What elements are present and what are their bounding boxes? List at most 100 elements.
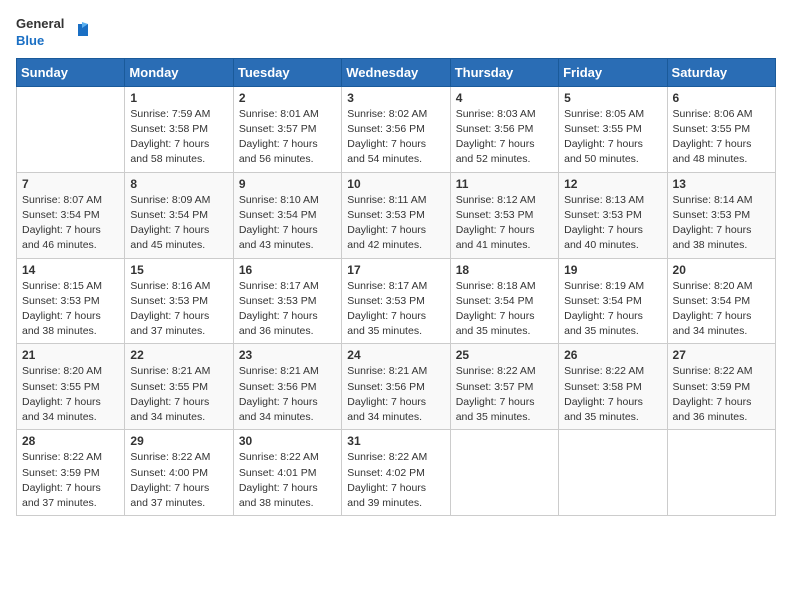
- calendar-cell: 10Sunrise: 8:11 AM Sunset: 3:53 PM Dayli…: [342, 172, 450, 258]
- day-number: 4: [456, 91, 553, 105]
- calendar-cell: 25 Sunrise: 8:22 AM Sunset: 3:57 PM Dayli…: [450, 344, 558, 430]
- day-info: Sunrise: 8:14 AM Sunset: 3:53 PM Dayligh…: [673, 193, 770, 254]
- day-number: 31: [347, 434, 444, 448]
- day-info: Sunrise: 8:20 AM Sunset: 3:55 PM Dayligh…: [22, 364, 119, 425]
- day-info: Sunrise: 8:03 AM Sunset: 3:56 PM Dayligh…: [456, 107, 553, 168]
- calendar-cell: 13 Sunrise: 8:14 AM Sunset: 3:53 PM Dayli…: [667, 172, 775, 258]
- day-number: 27: [673, 348, 770, 362]
- calendar-cell: 19 Sunrise: 8:19 AM Sunset: 3:54 PM Dayli…: [559, 258, 667, 344]
- calendar-cell: 12Sunrise: 8:13 AM Sunset: 3:53 PM Dayli…: [559, 172, 667, 258]
- page-header: General Blue: [16, 16, 776, 50]
- calendar-col-header: Tuesday: [233, 58, 341, 86]
- day-info: Sunrise: 8:17 AM Sunset: 3:53 PM Dayligh…: [347, 279, 444, 340]
- logo-flag-icon: [68, 22, 90, 44]
- logo-general: General: [16, 16, 64, 33]
- day-number: 24: [347, 348, 444, 362]
- day-info: Sunrise: 8:02 AM Sunset: 3:56 PM Dayligh…: [347, 107, 444, 168]
- day-number: 25: [456, 348, 553, 362]
- day-number: 15: [130, 263, 227, 277]
- calendar-cell: [17, 86, 125, 172]
- day-number: 23: [239, 348, 336, 362]
- day-number: 9: [239, 177, 336, 191]
- day-info: Sunrise: 8:17 AM Sunset: 3:53 PM Dayligh…: [239, 279, 336, 340]
- day-number: 17: [347, 263, 444, 277]
- day-info: Sunrise: 8:05 AM Sunset: 3:55 PM Dayligh…: [564, 107, 661, 168]
- day-number: 10: [347, 177, 444, 191]
- day-info: Sunrise: 8:21 AM Sunset: 3:55 PM Dayligh…: [130, 364, 227, 425]
- day-info: Sunrise: 8:21 AM Sunset: 3:56 PM Dayligh…: [239, 364, 336, 425]
- calendar-cell: 5 Sunrise: 8:05 AM Sunset: 3:55 PM Daylig…: [559, 86, 667, 172]
- day-info: Sunrise: 7:59 AM Sunset: 3:58 PM Dayligh…: [130, 107, 227, 168]
- day-number: 14: [22, 263, 119, 277]
- day-number: 16: [239, 263, 336, 277]
- day-info: Sunrise: 8:16 AM Sunset: 3:53 PM Dayligh…: [130, 279, 227, 340]
- calendar-cell: 22 Sunrise: 8:21 AM Sunset: 3:55 PM Dayli…: [125, 344, 233, 430]
- day-number: 12: [564, 177, 661, 191]
- day-number: 18: [456, 263, 553, 277]
- day-info: Sunrise: 8:22 AM Sunset: 3:57 PM Dayligh…: [456, 364, 553, 425]
- day-info: Sunrise: 8:22 AM Sunset: 3:58 PM Dayligh…: [564, 364, 661, 425]
- calendar-cell: 24 Sunrise: 8:21 AM Sunset: 3:56 PM Dayli…: [342, 344, 450, 430]
- calendar-cell: 14 Sunrise: 8:15 AM Sunset: 3:53 PM Dayli…: [17, 258, 125, 344]
- calendar-cell: 21Sunrise: 8:20 AM Sunset: 3:55 PM Dayli…: [17, 344, 125, 430]
- day-info: Sunrise: 8:18 AM Sunset: 3:54 PM Dayligh…: [456, 279, 553, 340]
- calendar-cell: 1Sunrise: 7:59 AM Sunset: 3:58 PM Daylig…: [125, 86, 233, 172]
- calendar-col-header: Friday: [559, 58, 667, 86]
- day-number: 8: [130, 177, 227, 191]
- calendar-cell: 20Sunrise: 8:20 AM Sunset: 3:54 PM Dayli…: [667, 258, 775, 344]
- day-number: 11: [456, 177, 553, 191]
- calendar-cell: 29Sunrise: 8:22 AM Sunset: 4:00 PM Dayli…: [125, 430, 233, 516]
- calendar-cell: 30Sunrise: 8:22 AM Sunset: 4:01 PM Dayli…: [233, 430, 341, 516]
- calendar-cell: 26Sunrise: 8:22 AM Sunset: 3:58 PM Dayli…: [559, 344, 667, 430]
- day-info: Sunrise: 8:19 AM Sunset: 3:54 PM Dayligh…: [564, 279, 661, 340]
- day-number: 20: [673, 263, 770, 277]
- day-number: 19: [564, 263, 661, 277]
- calendar-cell: 4 Sunrise: 8:03 AM Sunset: 3:56 PM Daylig…: [450, 86, 558, 172]
- day-number: 30: [239, 434, 336, 448]
- calendar-cell: 11 Sunrise: 8:12 AM Sunset: 3:53 PM Dayli…: [450, 172, 558, 258]
- day-info: Sunrise: 8:12 AM Sunset: 3:53 PM Dayligh…: [456, 193, 553, 254]
- calendar-week-row: 7 Sunrise: 8:07 AM Sunset: 3:54 PM Daylig…: [17, 172, 776, 258]
- calendar-cell: 23 Sunrise: 8:21 AM Sunset: 3:56 PM Dayli…: [233, 344, 341, 430]
- logo-blue: Blue: [16, 33, 44, 50]
- day-info: Sunrise: 8:15 AM Sunset: 3:53 PM Dayligh…: [22, 279, 119, 340]
- day-number: 28: [22, 434, 119, 448]
- day-info: Sunrise: 8:22 AM Sunset: 4:00 PM Dayligh…: [130, 450, 227, 511]
- calendar-col-header: Wednesday: [342, 58, 450, 86]
- calendar-col-header: Sunday: [17, 58, 125, 86]
- calendar-cell: 7 Sunrise: 8:07 AM Sunset: 3:54 PM Daylig…: [17, 172, 125, 258]
- logo: General Blue: [16, 16, 90, 50]
- day-info: Sunrise: 8:01 AM Sunset: 3:57 PM Dayligh…: [239, 107, 336, 168]
- calendar-cell: 9 Sunrise: 8:10 AM Sunset: 3:54 PM Daylig…: [233, 172, 341, 258]
- day-info: Sunrise: 8:21 AM Sunset: 3:56 PM Dayligh…: [347, 364, 444, 425]
- day-info: Sunrise: 8:07 AM Sunset: 3:54 PM Dayligh…: [22, 193, 119, 254]
- calendar-cell: 27 Sunrise: 8:22 AM Sunset: 3:59 PM Dayli…: [667, 344, 775, 430]
- calendar-cell: 15 Sunrise: 8:16 AM Sunset: 3:53 PM Dayli…: [125, 258, 233, 344]
- day-number: 13: [673, 177, 770, 191]
- day-number: 22: [130, 348, 227, 362]
- calendar-cell: 18 Sunrise: 8:18 AM Sunset: 3:54 PM Dayli…: [450, 258, 558, 344]
- calendar-table: SundayMondayTuesdayWednesdayThursdayFrid…: [16, 58, 776, 516]
- day-number: 2: [239, 91, 336, 105]
- calendar-col-header: Thursday: [450, 58, 558, 86]
- calendar-week-row: 28 Sunrise: 8:22 AM Sunset: 3:59 PM Dayli…: [17, 430, 776, 516]
- calendar-cell: [450, 430, 558, 516]
- calendar-header-row: SundayMondayTuesdayWednesdayThursdayFrid…: [17, 58, 776, 86]
- calendar-cell: 17 Sunrise: 8:17 AM Sunset: 3:53 PM Dayli…: [342, 258, 450, 344]
- day-info: Sunrise: 8:09 AM Sunset: 3:54 PM Dayligh…: [130, 193, 227, 254]
- calendar-cell: 28 Sunrise: 8:22 AM Sunset: 3:59 PM Dayli…: [17, 430, 125, 516]
- calendar-week-row: 14 Sunrise: 8:15 AM Sunset: 3:53 PM Dayli…: [17, 258, 776, 344]
- day-number: 5: [564, 91, 661, 105]
- calendar-cell: 16 Sunrise: 8:17 AM Sunset: 3:53 PM Dayli…: [233, 258, 341, 344]
- calendar-col-header: Saturday: [667, 58, 775, 86]
- day-info: Sunrise: 8:22 AM Sunset: 3:59 PM Dayligh…: [673, 364, 770, 425]
- calendar-col-header: Monday: [125, 58, 233, 86]
- calendar-cell: 3Sunrise: 8:02 AM Sunset: 3:56 PM Daylig…: [342, 86, 450, 172]
- calendar-cell: 6Sunrise: 8:06 AM Sunset: 3:55 PM Daylig…: [667, 86, 775, 172]
- calendar-week-row: 1Sunrise: 7:59 AM Sunset: 3:58 PM Daylig…: [17, 86, 776, 172]
- day-info: Sunrise: 8:06 AM Sunset: 3:55 PM Dayligh…: [673, 107, 770, 168]
- day-number: 7: [22, 177, 119, 191]
- day-info: Sunrise: 8:22 AM Sunset: 3:59 PM Dayligh…: [22, 450, 119, 511]
- day-info: Sunrise: 8:10 AM Sunset: 3:54 PM Dayligh…: [239, 193, 336, 254]
- calendar-cell: [667, 430, 775, 516]
